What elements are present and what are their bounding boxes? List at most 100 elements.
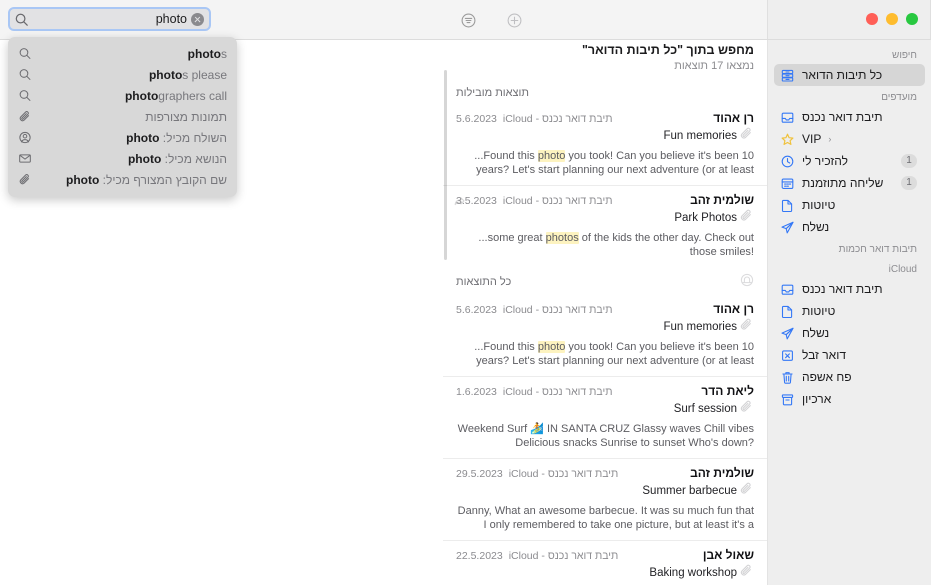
sidebar-item-inbox[interactable]: תיבת דואר נכנס <box>774 106 925 128</box>
sidebar-item-junk[interactable]: דואר זבל <box>774 344 925 366</box>
search-suggestions-dropdown[interactable]: photos photos please photographers call תמו… <box>8 37 237 197</box>
unread-count-badge: 1 <box>901 176 917 190</box>
drafts-icon <box>780 198 795 213</box>
message-mailbox: תיבת דואר נכנס - iCloud <box>502 304 613 316</box>
sidebar-item-label: VIP <box>802 132 822 146</box>
list-header: מחפש בתוך "כל תיבות הדואר" נמצאו 17 תוצא… <box>443 40 767 81</box>
search-suggestion-label: שם הקובץ המצורף מכיל: photo <box>66 172 227 187</box>
message-subject: Fun memories <box>663 130 738 142</box>
message-sender: רן אהוד <box>713 111 754 125</box>
window-close-button[interactable] <box>866 13 878 25</box>
search-suggestion-item[interactable]: תמונות מצורפות <box>8 106 237 127</box>
sidebar-item-label: נשלח <box>802 220 830 234</box>
sidebar-section-title: iCloud <box>888 264 917 275</box>
message-subject: Summer barbecue <box>642 485 737 497</box>
sidebar-item-star[interactable]: VIP ‹ <box>774 128 925 150</box>
toolbar-left-zone: photo <box>0 0 443 39</box>
section-label: תוצאות מובילות <box>456 87 530 99</box>
message-row[interactable]: שולמית זהב תיבת דואר נכנס - iCloud 3.5.202… <box>443 185 767 267</box>
sidebar-item-label: להזכיר לי <box>802 154 848 168</box>
all-results-list: רן אהוד תיבת דואר נכנס - iCloud 5.6.2023 Fu… <box>443 295 767 585</box>
message-list-scrollbar[interactable] <box>444 70 447 260</box>
message-date: 5.6.2023 <box>456 113 497 125</box>
paperclip-icon <box>739 481 754 501</box>
junk-icon <box>780 348 795 363</box>
search-field[interactable]: photo <box>8 7 211 31</box>
message-mailbox: תיבת דואר נכנס - iCloud <box>502 195 613 207</box>
sidebar-item-trash[interactable]: פח אשפה <box>774 366 925 388</box>
sidebar-item-sent[interactable]: נשלח <box>774 322 925 344</box>
sidebar-item-calendar[interactable]: שליחה מתוזמנת 1 <box>774 172 925 194</box>
search-suggestion-item[interactable]: השולח מכיל: photo <box>8 127 237 148</box>
search-icon <box>18 47 32 61</box>
message-row[interactable]: שולמית זהב תיבת דואר נכנס - iCloud 29.5.20… <box>443 458 767 540</box>
message-snippet: ...some great photos of the kids the oth… <box>478 232 754 258</box>
window-zoom-button[interactable] <box>906 13 918 25</box>
sidebar-item-inbox[interactable]: תיבת דואר נכנס <box>774 278 925 300</box>
paperclip-icon <box>18 173 32 187</box>
toolbar: photo <box>0 0 931 40</box>
message-subject: Baking workshop <box>649 567 737 579</box>
message-subject: Surf session <box>673 403 737 415</box>
search-match-highlight: photos <box>545 232 579 244</box>
search-suggestion-item[interactable]: photographers call <box>8 85 237 106</box>
all-mailboxes-icon <box>780 68 795 83</box>
search-suggestion-item[interactable]: הנושא מכיל: photo <box>8 148 237 169</box>
chevron-left-icon[interactable]: ‹ <box>828 134 831 144</box>
search-input[interactable]: photo <box>29 12 191 26</box>
message-subject: Fun memories <box>663 321 738 333</box>
message-list-pane[interactable]: מחפש בתוך "כל תיבות הדואר" נמצאו 17 תוצא… <box>443 40 768 585</box>
sidebar-item-clock[interactable]: להזכיר לי 1 <box>774 150 925 172</box>
message-subject: Park Photos <box>674 212 737 224</box>
search-suggestion-label: photos <box>187 46 227 61</box>
sidebar-item-archive[interactable]: ארכיון <box>774 388 925 410</box>
message-row[interactable]: שאול אבן תיבת דואר נכנס - iCloud 22.5.2023… <box>443 540 767 585</box>
section-header-all-results: כל התוצאות <box>443 267 767 295</box>
search-suggestion-item[interactable]: שם הקובץ המצורף מכיל: photo <box>8 169 237 190</box>
sidebar-item-label: דואר זבל <box>802 348 846 362</box>
add-button[interactable] <box>500 6 528 34</box>
sidebar-item-drafts[interactable]: טיוטות <box>774 194 925 216</box>
message-date: 1.6.2023 <box>456 386 497 398</box>
sidebar-section-title: תיבות דואר חכמות <box>838 244 917 255</box>
message-snippet: ...Found this photo you took! Can you be… <box>474 341 754 367</box>
search-suggestion-item[interactable]: photos please <box>8 64 237 85</box>
sidebar-item-label: תיבת דואר נכנס <box>802 282 883 296</box>
section-header-top-results: תוצאות מובילות <box>443 81 767 104</box>
clock-icon <box>780 154 795 169</box>
message-mailbox: תיבת דואר נכנס - iCloud <box>502 113 613 125</box>
window-controls <box>866 13 918 25</box>
unread-count-badge: 1 <box>901 154 917 168</box>
window-minimize-button[interactable] <box>886 13 898 25</box>
search-match-highlight: photo <box>537 341 566 353</box>
sidebar-item-label: פח אשפה <box>802 370 852 384</box>
search-icon <box>18 68 32 82</box>
search-suggestion-label: הנושא מכיל: photo <box>127 151 227 166</box>
filter-button[interactable] <box>454 6 482 34</box>
search-match-highlight: photo <box>537 150 566 162</box>
message-row[interactable]: ליאת הדר תיבת דואר נכנס - iCloud 1.6.2023 S… <box>443 376 767 458</box>
clear-icon[interactable] <box>191 12 204 26</box>
message-date: 22.5.2023 <box>456 550 503 562</box>
sidebar-section-title: מועדפים <box>881 92 917 103</box>
envelope-icon <box>18 152 32 166</box>
search-suggestion-item[interactable]: photos <box>8 43 237 64</box>
paperclip-icon <box>739 126 754 146</box>
inbox-icon <box>780 282 795 297</box>
sidebar-item-drafts[interactable]: טיוטות <box>774 300 925 322</box>
paperclip-icon <box>18 110 32 124</box>
message-sender: שולמית זהב <box>690 466 754 480</box>
archive-icon <box>780 392 795 407</box>
message-date: 5.6.2023 <box>456 304 497 316</box>
message-row[interactable]: רן אהוד תיבת דואר נכנס - iCloud 5.6.2023 Fu… <box>443 295 767 376</box>
sidebar-item-label: נשלח <box>802 326 830 340</box>
message-row[interactable]: רן אהוד תיבת דואר נכנס - iCloud 5.6.2023 Fu… <box>443 104 767 185</box>
sidebar-section-title: חיפוש <box>892 50 917 61</box>
message-sender: רן אהוד <box>713 302 754 316</box>
sidebar-item-sent[interactable]: נשלח <box>774 216 925 238</box>
sidebar-item-label: טיוטות <box>802 198 836 212</box>
sidebar-item-all-mailboxes[interactable]: כל תיבות הדואר <box>774 64 925 86</box>
message-mailbox: תיבת דואר נכנס - iCloud <box>508 468 619 480</box>
person-circle-icon <box>18 131 32 145</box>
search-result-count: נמצאו 17 תוצאות <box>674 60 754 72</box>
